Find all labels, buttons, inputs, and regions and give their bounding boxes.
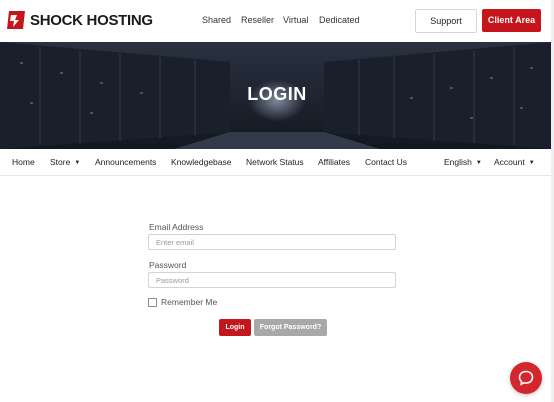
nav-knowledgebase[interactable]: Knowledgebase	[171, 157, 232, 167]
login-button[interactable]: Login	[219, 319, 251, 336]
client-area-button[interactable]: Client Area	[482, 9, 541, 32]
account-label: Account	[494, 157, 525, 167]
shock-logo-icon	[7, 11, 25, 29]
brand-logo[interactable]: SHOCK HOSTING	[5, 8, 153, 32]
nav-affiliates[interactable]: Affiliates	[318, 157, 350, 167]
language-menu[interactable]: English ▼	[444, 157, 482, 167]
nav-announcements[interactable]: Announcements	[95, 157, 156, 167]
password-label: Password	[149, 260, 187, 270]
top-nav-shared[interactable]: Shared	[202, 15, 231, 25]
hero-banner: LOGIN	[0, 42, 554, 149]
caret-down-icon: ▼	[74, 160, 81, 166]
nav-store[interactable]: Store ▼	[50, 157, 80, 167]
caret-down-icon: ▼	[475, 160, 482, 166]
remember-me-label: Remember Me	[161, 297, 218, 307]
email-field[interactable]	[148, 234, 396, 250]
caret-down-icon: ▼	[528, 160, 535, 166]
nav-network-status[interactable]: Network Status	[246, 157, 304, 167]
page-title: LOGIN	[247, 84, 307, 104]
forgot-password-button[interactable]: Forgot Password?	[254, 319, 327, 336]
account-menu[interactable]: Account ▼	[494, 157, 535, 167]
nav-store-label: Store	[50, 157, 71, 167]
remember-me-checkbox[interactable]	[148, 297, 157, 307]
top-nav-virtual[interactable]: Virtual	[283, 15, 308, 25]
password-field[interactable]	[148, 272, 396, 288]
nav-contact-us[interactable]: Contact Us	[365, 157, 407, 167]
top-nav-reseller[interactable]: Reseller	[241, 15, 274, 25]
nav-home[interactable]: Home	[12, 157, 35, 167]
language-label: English	[444, 157, 472, 167]
site-header: SHOCK HOSTING Shared Reseller Virtual De…	[0, 0, 554, 42]
brand-name: SHOCK HOSTING	[30, 11, 153, 29]
top-nav-dedicated[interactable]: Dedicated	[319, 15, 360, 25]
chat-bubble-icon	[518, 370, 534, 386]
email-label: Email Address	[149, 222, 204, 232]
chat-widget-button[interactable]	[510, 362, 542, 394]
remember-me[interactable]: Remember Me	[148, 297, 217, 307]
secondary-nav: Home Store ▼ Announcements Knowledgebase …	[0, 149, 554, 176]
support-button[interactable]: Support	[415, 9, 477, 33]
